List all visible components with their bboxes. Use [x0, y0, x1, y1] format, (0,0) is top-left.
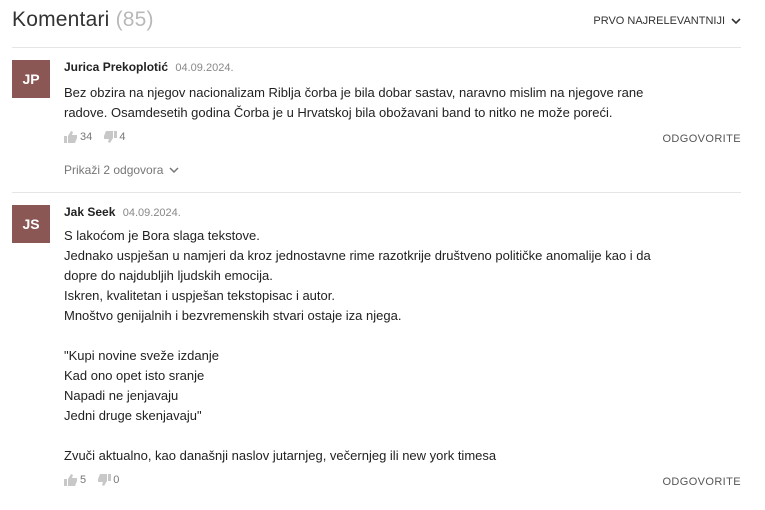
comments-count: (85) — [115, 8, 154, 31]
thumbs-down-icon — [98, 474, 112, 486]
comment-text: S lakoćom je Bora slaga tekstove. Jednak… — [64, 226, 741, 466]
dislike-count: 4 — [119, 131, 126, 143]
comment-line: Kad ono opet isto sranje — [64, 368, 205, 383]
comment-line: radove. Osamdesetih godina Čorba je u Hr… — [64, 105, 613, 120]
comment-text: Bez obzira na njegov nacionalizam Riblja… — [64, 83, 741, 123]
comment-actions: 5 0 ODGOVORITE — [64, 474, 741, 492]
divider — [12, 47, 741, 48]
divider — [12, 192, 741, 193]
like-button[interactable]: 34 — [64, 131, 92, 143]
comments-title-text: Komentari — [12, 8, 110, 31]
thumbs-down-icon — [104, 131, 118, 143]
comment-meta: Jak Seek 04.09.2024. — [64, 205, 741, 220]
comment-blank-line — [64, 426, 741, 446]
chevron-down-icon — [731, 18, 741, 25]
dislike-count: 0 — [113, 474, 120, 486]
like-button[interactable]: 5 — [64, 474, 86, 486]
comment-line: dopre do najdubljih ljudskih emocija. — [64, 268, 273, 283]
comment-body: Jurica Prekoplotić 04.09.2024. Bez obzir… — [64, 60, 741, 179]
thumbs-up-icon — [64, 131, 77, 143]
comment-line: Bez obzira na njegov nacionalizam Riblja… — [64, 85, 644, 100]
reply-button[interactable]: ODGOVORITE — [662, 476, 741, 488]
chevron-down-icon — [169, 167, 179, 174]
thumbs-up-icon — [64, 474, 77, 486]
sort-label: PRVO NAJRELEVANTNIJI — [593, 15, 725, 27]
show-replies-label: Prikaži 2 odgovora — [64, 163, 164, 177]
comment-line: Mnoštvo genijalnih i bezvremenskih stvar… — [64, 308, 402, 323]
reply-button[interactable]: ODGOVORITE — [662, 133, 741, 145]
comments-title: Komentari (85) — [12, 8, 154, 32]
comment-blank-line — [64, 326, 741, 346]
comment-meta: Jurica Prekoplotić 04.09.2024. — [64, 60, 741, 75]
avatar: JS — [12, 205, 50, 243]
comment-author[interactable]: Jurica Prekoplotić — [64, 60, 168, 74]
comment-line: Jednako uspješan u namjeri da kroz jedno… — [64, 248, 651, 263]
comment-actions: 34 4 ODGOVORITE — [64, 131, 741, 149]
dislike-button[interactable]: 4 — [103, 131, 125, 143]
avatar: JP — [12, 60, 50, 98]
sort-dropdown[interactable]: PRVO NAJRELEVANTNIJI — [593, 15, 741, 27]
comments-header: Komentari (85) PRVO NAJRELEVANTNIJI — [12, 8, 741, 40]
like-count: 5 — [80, 474, 87, 486]
comment-date: 04.09.2024. — [122, 207, 181, 219]
comment-author[interactable]: Jak Seek — [64, 205, 115, 219]
comment-line: "Kupi novine sveže izdanje — [64, 348, 219, 363]
comment-body: Jak Seek 04.09.2024. S lakoćom je Bora s… — [64, 205, 741, 492]
show-replies-button[interactable]: Prikaži 2 odgovora — [64, 163, 179, 177]
comment-line: Iskren, kvalitetan i uspješan tekstopisa… — [64, 288, 335, 303]
comment-line: S lakoćom je Bora slaga tekstove. — [64, 228, 260, 243]
like-count: 34 — [80, 131, 93, 143]
comment-date: 04.09.2024. — [175, 62, 234, 74]
comment-line: Zvuči aktualno, kao današnji naslov juta… — [64, 448, 497, 463]
comment-line: Jedni druge skenjavaju" — [64, 408, 202, 423]
comment-line: Napadi ne jenjavaju — [64, 388, 179, 403]
dislike-button[interactable]: 0 — [97, 474, 119, 486]
